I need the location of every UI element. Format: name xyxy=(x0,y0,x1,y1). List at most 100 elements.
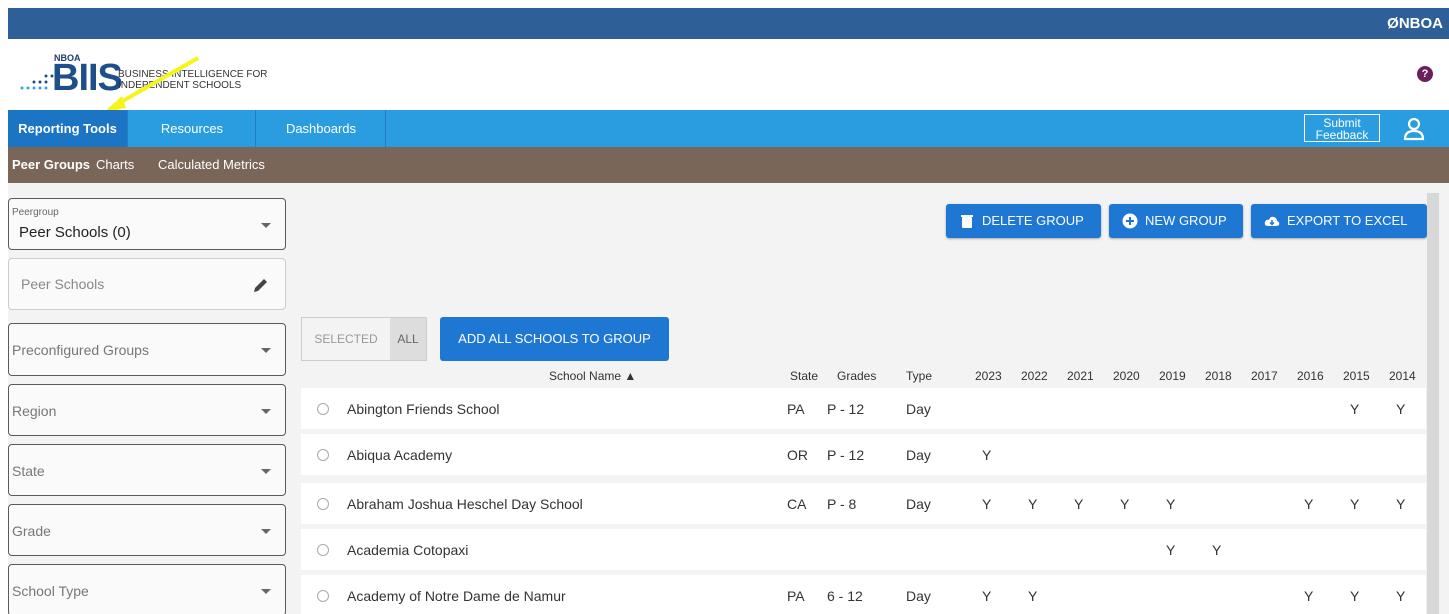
header-year[interactable]: 2017 xyxy=(1251,369,1278,383)
user-account-icon[interactable] xyxy=(1400,115,1428,143)
toggle-all[interactable]: ALL xyxy=(390,318,426,360)
preconfigured-groups-select[interactable]: Preconfigured Groups xyxy=(8,323,286,376)
chevron-down-icon xyxy=(261,589,271,594)
header-year[interactable]: 2022 xyxy=(1021,369,1048,383)
year-cell: Y xyxy=(1212,542,1222,558)
grades-cell: P - 12 xyxy=(827,401,865,417)
peergroup-value: Peer Schools (0) xyxy=(19,224,131,241)
school-name-cell: Academia Cotopaxi xyxy=(347,542,469,558)
grades-cell: P - 12 xyxy=(827,447,865,463)
header-year[interactable]: 2014 xyxy=(1389,369,1416,383)
subtab-peer-groups[interactable]: Peer Groups xyxy=(12,157,90,172)
tab-resources[interactable]: Resources xyxy=(129,110,256,147)
row-select-radio[interactable] xyxy=(317,449,329,461)
year-cell: Y xyxy=(1120,496,1130,512)
grade-select[interactable]: Grade xyxy=(8,504,286,556)
year-cell: Y xyxy=(982,588,992,604)
logo-tagline: BUSINESS INTELLIGENCE FOR INDEPENDENT SC… xyxy=(118,69,268,91)
year-cell: Y xyxy=(1304,496,1314,512)
header-year[interactable]: 2015 xyxy=(1343,369,1370,383)
help-icon[interactable]: ? xyxy=(1417,66,1433,82)
header-year[interactable]: 2021 xyxy=(1067,369,1094,383)
grades-cell: 6 - 12 xyxy=(827,588,863,604)
header-year[interactable]: 2020 xyxy=(1113,369,1140,383)
year-cell: Y xyxy=(1396,496,1406,512)
year-cell: Y xyxy=(1350,401,1360,417)
peergroup-select[interactable]: Peergroup Peer Schools (0) xyxy=(8,198,286,250)
school-name-cell: Abington Friends School xyxy=(347,401,500,417)
cloud-download-icon xyxy=(1264,216,1280,226)
header-state[interactable]: State xyxy=(790,369,818,383)
toggle-selected[interactable]: SELECTED xyxy=(302,318,390,360)
chevron-down-icon xyxy=(261,409,271,414)
header-year[interactable]: 2019 xyxy=(1159,369,1186,383)
year-cell: Y xyxy=(1166,496,1176,512)
state-cell: OR xyxy=(787,447,808,463)
header-grades[interactable]: Grades xyxy=(837,369,876,383)
delete-group-button[interactable]: DELETE GROUP xyxy=(946,204,1101,238)
peer-schools-field[interactable]: Peer Schools xyxy=(8,258,286,310)
chevron-down-icon xyxy=(261,469,271,474)
header-year[interactable]: 2023 xyxy=(975,369,1002,383)
year-cell: Y xyxy=(1028,496,1038,512)
scrollbar[interactable] xyxy=(1427,193,1439,614)
header-type[interactable]: Type xyxy=(906,369,932,383)
selection-toggle: SELECTED ALL xyxy=(301,317,427,361)
year-cell: Y xyxy=(982,496,992,512)
row-select-radio[interactable] xyxy=(317,590,329,602)
type-cell: Day xyxy=(906,588,931,604)
state-select[interactable]: State xyxy=(8,444,286,496)
add-all-schools-button[interactable]: ADD ALL SCHOOLS TO GROUP xyxy=(440,317,669,361)
state-cell: PA xyxy=(787,401,805,417)
tab-reporting-tools[interactable]: Reporting Tools xyxy=(8,110,128,147)
chevron-down-icon xyxy=(261,223,271,228)
top-banner: ØNBOA xyxy=(8,8,1449,39)
year-cell: Y xyxy=(1074,496,1084,512)
school-name-cell: Abiqua Academy xyxy=(347,447,453,463)
school-type-label: School Type xyxy=(12,583,89,599)
trash-icon xyxy=(961,215,973,228)
type-cell: Day xyxy=(906,496,931,512)
year-cell: Y xyxy=(1166,542,1176,558)
table-row[interactable]: Academia Cotopaxi Y Y xyxy=(301,529,1426,570)
year-cell: Y xyxy=(1028,588,1038,604)
logo-dots-icon xyxy=(20,74,54,90)
header-year[interactable]: 2016 xyxy=(1297,369,1324,383)
year-cell: Y xyxy=(1350,588,1360,604)
header-year[interactable]: 2018 xyxy=(1205,369,1232,383)
region-select[interactable]: Region xyxy=(8,384,286,436)
year-cell: Y xyxy=(1350,496,1360,512)
new-group-button[interactable]: NEW GROUP xyxy=(1109,204,1243,238)
pencil-icon[interactable] xyxy=(251,275,271,295)
tab-dashboards[interactable]: Dashboards xyxy=(257,110,386,147)
peergroup-label: Peergroup xyxy=(12,207,59,218)
logo-product[interactable]: BIIS xyxy=(52,59,123,97)
table-row[interactable]: Academy of Notre Dame de Namur PA 6 - 12 Da… xyxy=(301,575,1426,614)
sort-ascending-icon: ▲ xyxy=(624,369,637,383)
export-to-excel-button[interactable]: EXPORT TO EXCEL xyxy=(1251,204,1427,238)
sub-nav: Peer Groups Charts Calculated Metrics xyxy=(8,147,1449,183)
table-row[interactable]: Abington Friends School PA P - 12 Day Y Y xyxy=(301,388,1426,429)
row-select-radio[interactable] xyxy=(317,498,329,510)
table-row[interactable]: Abiqua Academy OR P - 12 Day Y xyxy=(301,434,1426,475)
submit-feedback-button[interactable]: Submit Feedback xyxy=(1304,114,1380,142)
school-type-select[interactable]: School Type xyxy=(8,564,286,614)
year-cell: Y xyxy=(1304,588,1314,604)
school-name-cell: Abraham Joshua Heschel Day School xyxy=(347,496,583,512)
plus-circle-icon xyxy=(1122,213,1138,229)
grades-cell: P - 8 xyxy=(827,496,857,512)
table-row[interactable]: Abraham Joshua Heschel Day School CA P - 8… xyxy=(301,483,1426,524)
header-school-name[interactable]: School Name ▲ xyxy=(549,369,636,383)
row-select-radio[interactable] xyxy=(317,403,329,415)
chevron-down-icon xyxy=(261,348,271,353)
year-cell: Y xyxy=(982,447,992,463)
peer-schools-placeholder: Peer Schools xyxy=(21,276,105,292)
nboa-brand: ØNBOA xyxy=(1387,15,1443,32)
school-name-cell: Academy of Notre Dame de Namur xyxy=(347,588,566,604)
subtab-calculated-metrics[interactable]: Calculated Metrics xyxy=(158,157,265,172)
subtab-charts[interactable]: Charts xyxy=(96,157,134,172)
region-label: Region xyxy=(12,403,57,419)
main-content: Peergroup Peer Schools (0) Peer Schools … xyxy=(8,183,1449,614)
type-cell: Day xyxy=(906,447,931,463)
row-select-radio[interactable] xyxy=(317,544,329,556)
